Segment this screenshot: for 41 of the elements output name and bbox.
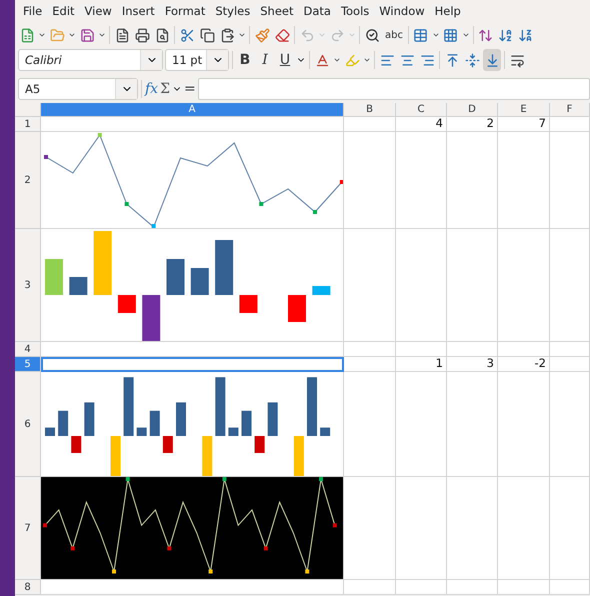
column-header[interactable]: F	[550, 103, 590, 117]
table-cell: 2	[447, 117, 498, 132]
name-box[interactable]: A5	[18, 78, 138, 100]
table-cell: 3	[447, 357, 498, 372]
spelling-button[interactable]: abc	[383, 24, 405, 46]
menu-item[interactable]: Sheet	[255, 4, 298, 18]
font-size-field[interactable]: 11 pt	[165, 49, 229, 71]
menu-item[interactable]: Edit	[47, 4, 80, 18]
row-header[interactable]: 5	[15, 357, 41, 372]
row-header[interactable]: 2	[15, 132, 41, 229]
menu-item[interactable]: Help	[430, 4, 466, 18]
row-header[interactable]: 7	[15, 477, 41, 580]
row-header[interactable]: 4	[15, 342, 41, 357]
menu-item[interactable]: Window	[374, 4, 430, 18]
sum-button[interactable]: Σ	[160, 81, 170, 97]
function-wizard-button[interactable]: fx	[145, 81, 158, 97]
row-header[interactable]: 1	[15, 117, 41, 132]
column-header[interactable]: E	[498, 103, 550, 117]
menu-item[interactable]: Tools	[336, 4, 374, 18]
table-cell: 4	[396, 117, 447, 132]
column-header[interactable]: D	[447, 103, 498, 117]
table-cell: 7	[498, 117, 550, 132]
menu-item[interactable]: File	[18, 4, 48, 18]
menu-item[interactable]: View	[80, 4, 117, 18]
bold-button[interactable]: B	[236, 49, 254, 71]
column-header[interactable]: B	[344, 103, 396, 117]
underline-button[interactable]: U	[276, 49, 294, 71]
menu-item[interactable]: Format	[160, 4, 210, 18]
menu-item[interactable]: Data	[298, 4, 336, 18]
menu-item[interactable]: Styles	[210, 4, 256, 18]
italic-button[interactable]: I	[256, 49, 274, 71]
menu-item[interactable]: Insert	[116, 4, 160, 18]
table-cell: 1	[396, 357, 447, 372]
column-header[interactable]: C	[396, 103, 447, 117]
row-header[interactable]: 3	[15, 229, 41, 342]
font-name-field[interactable]: Calibri	[18, 49, 163, 71]
row-header[interactable]: 6	[15, 372, 41, 477]
row-header[interactable]: 8	[15, 580, 41, 595]
formula-button[interactable]: =	[184, 81, 196, 97]
column-header[interactable]: A	[41, 103, 344, 117]
table-cell: -2	[498, 357, 550, 372]
